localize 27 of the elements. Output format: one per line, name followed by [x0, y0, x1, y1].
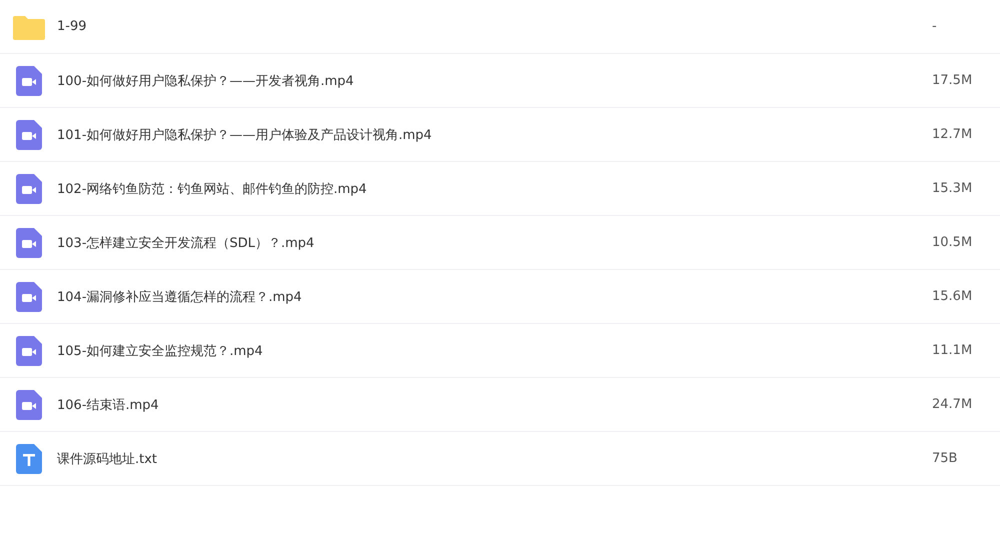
file-size: 10.5M [932, 235, 974, 250]
file-name[interactable]: 106-结束语.mp4 [57, 396, 932, 414]
video-file-icon [16, 228, 42, 258]
folder-icon [13, 14, 45, 40]
file-size: 12.7M [932, 127, 974, 142]
video-file-icon [16, 282, 42, 312]
file-name[interactable]: 104-漏洞修补应当遵循怎样的流程？.mp4 [57, 288, 932, 306]
video-file-icon [16, 390, 42, 420]
file-name[interactable]: 课件源码地址.txt [57, 450, 932, 468]
file-name[interactable]: 100-如何做好用户隐私保护？——开发者视角.mp4 [57, 72, 932, 90]
file-size: 15.6M [932, 289, 974, 304]
video-file-icon [16, 336, 42, 366]
file-name[interactable]: 105-如何建立安全监控规范？.mp4 [57, 342, 932, 360]
file-name[interactable]: 101-如何做好用户隐私保护？——用户体验及产品设计视角.mp4 [57, 126, 932, 144]
file-size: 15.3M [932, 181, 974, 196]
text-file-icon [16, 444, 42, 474]
file-name[interactable]: 1-99 [57, 19, 932, 34]
file-size: 11.1M [932, 343, 974, 358]
video-file-icon [16, 66, 42, 96]
file-name[interactable]: 103-怎样建立安全开发流程（SDL）？.mp4 [57, 234, 932, 252]
file-size: 75B [932, 451, 958, 466]
video-file-icon [16, 174, 42, 204]
file-size: 17.5M [932, 73, 974, 88]
video-file-icon [16, 120, 42, 150]
file-name[interactable]: 102-网络钓鱼防范：钓鱼网站、邮件钓鱼的防控.mp4 [57, 180, 932, 198]
file-size: - [932, 19, 938, 34]
file-size: 24.7M [932, 397, 974, 412]
